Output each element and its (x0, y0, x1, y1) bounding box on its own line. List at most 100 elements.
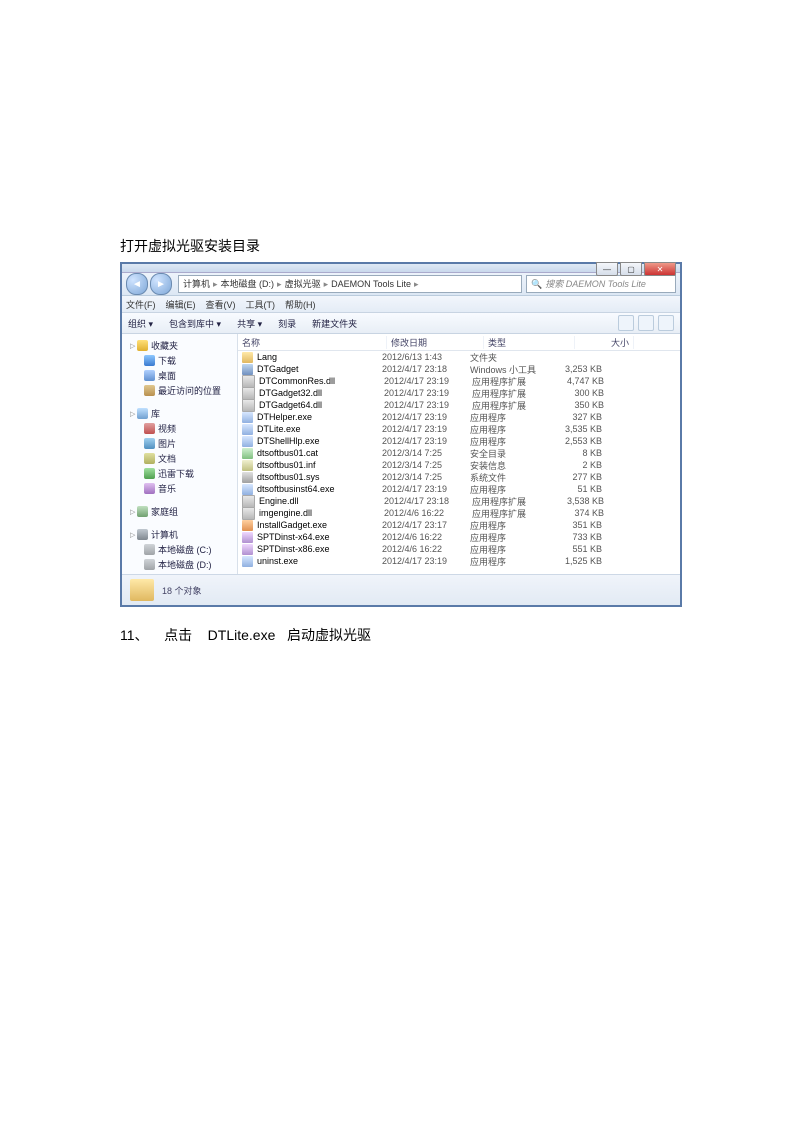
file-name: Engine.dll (259, 496, 384, 506)
file-icon (242, 484, 253, 495)
sidebar-libraries[interactable]: ▷库 (122, 406, 237, 421)
close-button[interactable]: ✕ (644, 262, 676, 276)
file-icon (242, 424, 253, 435)
file-row[interactable]: DTShellHlp.exe2012/4/17 23:19应用程序2,553 K… (238, 435, 680, 447)
menu-tools[interactable]: 工具(T) (246, 298, 276, 311)
sidebar-downloads[interactable]: 下载 (122, 353, 237, 368)
file-size: 374 KB (554, 508, 608, 518)
col-type[interactable]: 类型 (484, 336, 575, 349)
sidebar-xunlei[interactable]: 迅雷下载 (122, 466, 237, 481)
sidebar-videos[interactable]: 视频 (122, 421, 237, 436)
view-mode-icon[interactable] (618, 315, 634, 331)
file-row[interactable]: InstallGadget.exe2012/4/17 23:17应用程序351 … (238, 519, 680, 531)
file-name: DTLite.exe (257, 424, 382, 434)
file-name: uninst.exe (257, 556, 382, 566)
file-row[interactable]: DTCommonRes.dll2012/4/17 23:19应用程序扩展4,74… (238, 375, 680, 387)
menu-file[interactable]: 文件(F) (126, 298, 156, 311)
file-row[interactable]: DTHelper.exe2012/4/17 23:19应用程序327 KB (238, 411, 680, 423)
file-row[interactable]: dtsoftbus01.sys2012/3/14 7:25系统文件277 KB (238, 471, 680, 483)
file-name: dtsoftbus01.sys (257, 472, 382, 482)
file-row[interactable]: uninst.exe2012/4/17 23:19应用程序1,525 KB (238, 555, 680, 567)
tb-newfolder[interactable]: 新建文件夹 (312, 317, 357, 330)
preview-pane-icon[interactable] (638, 315, 654, 331)
sidebar-favorites[interactable]: ▷收藏夹 (122, 338, 237, 353)
breadcrumb-seg[interactable]: 虚拟光驱 (285, 276, 321, 292)
sidebar-documents[interactable]: 文档 (122, 451, 237, 466)
sidebar-computer[interactable]: ▷计算机 (122, 527, 237, 542)
tb-burn[interactable]: 刻录 (278, 317, 296, 330)
menu-view[interactable]: 查看(V) (206, 298, 236, 311)
file-row[interactable]: DTGadget32.dll2012/4/17 23:19应用程序扩展300 K… (238, 387, 680, 399)
col-name[interactable]: 名称 (238, 336, 387, 349)
recent-icon (144, 385, 155, 396)
nav-row: ◄ ► 计算机▸ 本地磁盘 (D:)▸ 虚拟光驱▸ DAEMON Tools L… (122, 273, 680, 296)
file-row[interactable]: DTLite.exe2012/4/17 23:19应用程序3,535 KB (238, 423, 680, 435)
file-row[interactable]: dtsoftbusinst64.exe2012/4/17 23:19应用程序51… (238, 483, 680, 495)
folder-icon (130, 579, 154, 601)
file-icon (242, 387, 255, 400)
sidebar-homegroup[interactable]: ▷家庭组 (122, 504, 237, 519)
menu-edit[interactable]: 编辑(E) (166, 298, 196, 311)
file-icon (242, 460, 253, 471)
file-date: 2012/4/17 23:19 (384, 388, 472, 398)
maximize-button[interactable]: ▢ (620, 262, 642, 276)
xunlei-icon (144, 468, 155, 479)
file-size: 4,747 KB (554, 376, 608, 386)
file-icon (242, 399, 255, 412)
file-row[interactable]: DTGadget64.dll2012/4/17 23:19应用程序扩展350 K… (238, 399, 680, 411)
search-icon: 🔍 (531, 276, 542, 292)
homegroup-icon (137, 506, 148, 517)
sidebar-recent[interactable]: 最近访问的位置 (122, 383, 237, 398)
star-icon (137, 340, 148, 351)
file-row[interactable]: dtsoftbus01.inf2012/3/14 7:25安装信息2 KB (238, 459, 680, 471)
col-size[interactable]: 大小 (575, 336, 634, 349)
file-date: 2012/4/17 23:19 (382, 436, 470, 446)
tb-share[interactable]: 共享 ▾ (237, 317, 262, 330)
file-row[interactable]: imgengine.dll2012/4/6 16:22应用程序扩展374 KB (238, 507, 680, 519)
help-icon[interactable] (658, 315, 674, 331)
file-row[interactable]: SPTDinst-x86.exe2012/4/6 16:22应用程序551 KB (238, 543, 680, 555)
file-date: 2012/3/14 7:25 (382, 472, 470, 482)
picture-icon (144, 438, 155, 449)
file-icon (242, 352, 253, 363)
forward-button[interactable]: ► (150, 273, 172, 295)
file-size: 351 KB (552, 520, 606, 530)
status-count: 18 个对象 (162, 584, 202, 597)
file-row[interactable]: SPTDinst-x64.exe2012/4/6 16:22应用程序733 KB (238, 531, 680, 543)
breadcrumb-seg[interactable]: 计算机 (183, 276, 210, 292)
address-bar[interactable]: 计算机▸ 本地磁盘 (D:)▸ 虚拟光驱▸ DAEMON Tools Lite▸ (178, 275, 522, 293)
breadcrumb-seg[interactable]: DAEMON Tools Lite (331, 276, 411, 292)
col-date[interactable]: 修改日期 (387, 336, 484, 349)
minimize-button[interactable]: — (596, 262, 618, 276)
tb-organize[interactable]: 组织 ▾ (128, 317, 153, 330)
sidebar-music[interactable]: 音乐 (122, 481, 237, 496)
file-icon (242, 532, 253, 543)
file-size: 733 KB (552, 532, 606, 542)
sidebar-pictures[interactable]: 图片 (122, 436, 237, 451)
tb-include[interactable]: 包含到库中 ▾ (169, 317, 221, 330)
file-row[interactable]: dtsoftbus01.cat2012/3/14 7:25安全目录8 KB (238, 447, 680, 459)
menu-help[interactable]: 帮助(H) (285, 298, 316, 311)
sidebar-desktop[interactable]: 桌面 (122, 368, 237, 383)
sidebar-drive-c[interactable]: 本地磁盘 (C:) (122, 542, 237, 557)
file-row[interactable]: Lang2012/6/13 1:43文件夹 (238, 351, 680, 363)
search-input[interactable]: 🔍搜索 DAEMON Tools Lite (526, 275, 676, 293)
file-row[interactable]: Engine.dll2012/4/17 23:18应用程序扩展3,538 KB (238, 495, 680, 507)
file-row[interactable]: DTGadget2012/4/17 23:18Windows 小工具3,253 … (238, 363, 680, 375)
computer-icon (137, 529, 148, 540)
file-size: 3,253 KB (552, 364, 606, 374)
file-name: DTGadget32.dll (259, 388, 384, 398)
toolbar: 组织 ▾ 包含到库中 ▾ 共享 ▾ 刻录 新建文件夹 (122, 313, 680, 334)
file-icon (242, 375, 255, 388)
file-name: dtsoftbus01.cat (257, 448, 382, 458)
sidebar-drive-e[interactable]: 本地磁盘 (E:) (122, 572, 237, 574)
file-size: 277 KB (552, 472, 606, 482)
sidebar-drive-d[interactable]: 本地磁盘 (D:) (122, 557, 237, 572)
file-name: DTGadget64.dll (259, 400, 384, 410)
file-size: 350 KB (554, 400, 608, 410)
file-size: 8 KB (552, 448, 606, 458)
breadcrumb-seg[interactable]: 本地磁盘 (D:) (221, 276, 275, 292)
file-icon (242, 520, 253, 531)
file-name: dtsoftbusinst64.exe (257, 484, 382, 494)
back-button[interactable]: ◄ (126, 273, 148, 295)
